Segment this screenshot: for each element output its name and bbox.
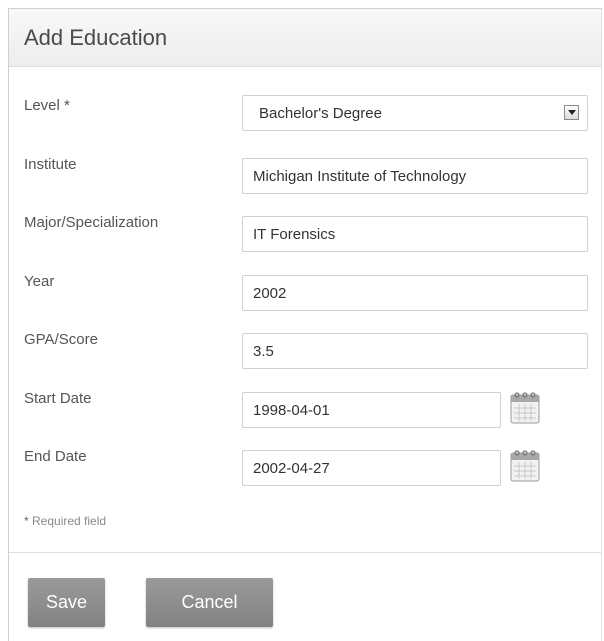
end-date-input[interactable] (242, 450, 501, 486)
calendar-icon[interactable] (510, 391, 540, 424)
required-note-text: Required field (28, 514, 107, 528)
start-date-input[interactable] (242, 392, 501, 428)
year-input[interactable] (242, 275, 588, 311)
form-row-major: Major/Specialization (9, 214, 601, 254)
save-button[interactable]: Save (28, 578, 105, 627)
cancel-button[interactable]: Cancel (146, 578, 273, 627)
major-label: Major/Specialization (24, 214, 159, 231)
start-date-label: Start Date (24, 390, 92, 407)
gpa-input[interactable] (242, 333, 588, 369)
level-select[interactable]: Bachelor's Degree (242, 95, 588, 131)
major-input[interactable] (242, 216, 588, 252)
level-label: Level * (24, 97, 70, 114)
form-row-year: Year (9, 273, 601, 313)
level-selected-value: Bachelor's Degree (259, 104, 382, 122)
form-row-institute: Institute (9, 156, 601, 196)
calendar-icon[interactable] (510, 449, 540, 482)
end-date-label: End Date (24, 448, 87, 465)
panel-header: Add Education (9, 9, 601, 67)
year-label: Year (24, 273, 55, 290)
form-row-gpa: GPA/Score (9, 331, 601, 371)
chevron-down-icon[interactable] (564, 105, 579, 120)
form-row-level: Level * Bachelor's Degree (9, 95, 601, 137)
form-row-end-date: End Date (9, 448, 601, 488)
footer-divider (9, 552, 601, 553)
panel-title: Add Education (24, 24, 168, 50)
form-row-start-date: Start Date (9, 390, 601, 430)
institute-input[interactable] (242, 158, 588, 194)
institute-label: Institute (24, 156, 77, 173)
required-field-note: * Required field (24, 514, 106, 528)
gpa-label: GPA/Score (24, 331, 98, 348)
add-education-panel: Add Education Level * Bachelor's Degree … (8, 8, 602, 641)
